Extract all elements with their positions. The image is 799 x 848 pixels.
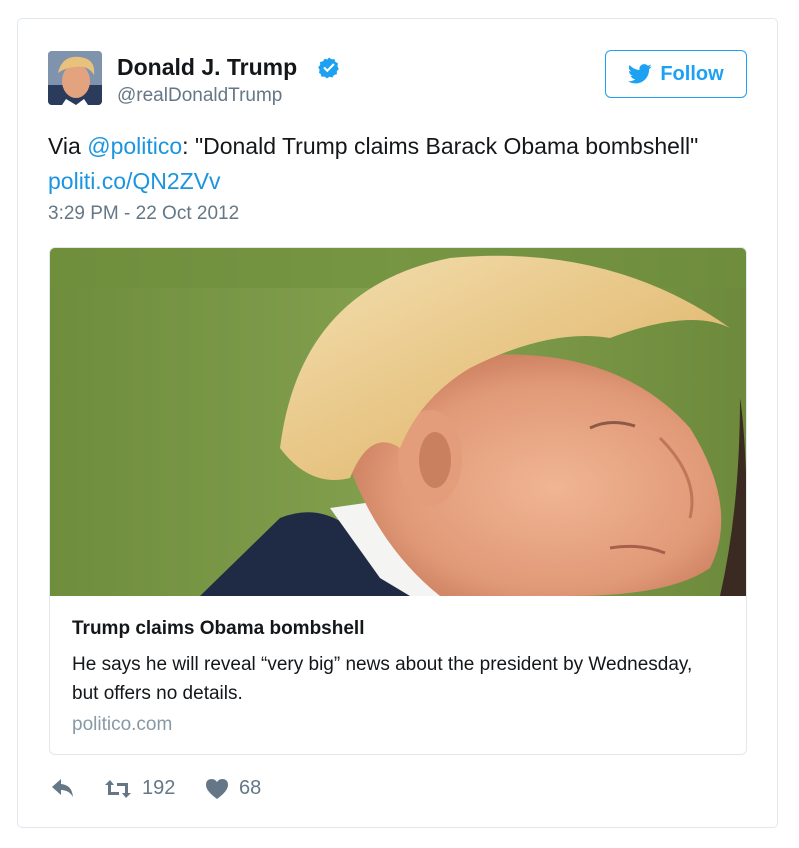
retweet-icon bbox=[105, 779, 131, 798]
reply-icon bbox=[52, 779, 73, 797]
link-card[interactable]: Trump claims Obama bombshell He says he … bbox=[49, 247, 747, 755]
tweet-link[interactable]: politi.co/QN2ZVv bbox=[48, 168, 221, 194]
like-count: 68 bbox=[239, 777, 262, 799]
author-name[interactable]: Donald J. Trump bbox=[117, 54, 297, 81]
author-handle[interactable]: @realDonaldTrump bbox=[117, 85, 282, 107]
card-image[interactable] bbox=[50, 248, 747, 596]
avatar[interactable] bbox=[48, 51, 102, 105]
tweet-prefix: Via bbox=[48, 133, 88, 159]
follow-button[interactable]: Follow bbox=[605, 50, 747, 98]
mention-link[interactable]: @politico bbox=[87, 133, 182, 159]
tweet-card: Donald J. Trump @realDonaldTrump Follow … bbox=[17, 18, 778, 828]
tweet-text: Via @politico: "Donald Trump claims Bara… bbox=[48, 129, 758, 199]
twitter-bird-icon bbox=[628, 64, 652, 84]
heart-icon bbox=[206, 778, 228, 799]
tweet-timestamp[interactable]: 3:29 PM - 22 Oct 2012 bbox=[48, 203, 239, 225]
card-domain: politico.com bbox=[72, 714, 173, 735]
like-button[interactable]: 68 bbox=[205, 777, 261, 800]
follow-label: Follow bbox=[660, 62, 724, 85]
retweet-button[interactable]: 192 bbox=[104, 777, 175, 800]
tweet-quote: : "Donald Trump claims Barack Obama bomb… bbox=[182, 133, 699, 159]
card-title[interactable]: Trump claims Obama bombshell bbox=[72, 618, 364, 640]
reply-button[interactable] bbox=[50, 777, 76, 799]
card-description: He says he will reveal “very big” news a… bbox=[72, 654, 693, 704]
verified-badge-icon bbox=[318, 57, 339, 79]
retweet-count: 192 bbox=[142, 777, 176, 799]
